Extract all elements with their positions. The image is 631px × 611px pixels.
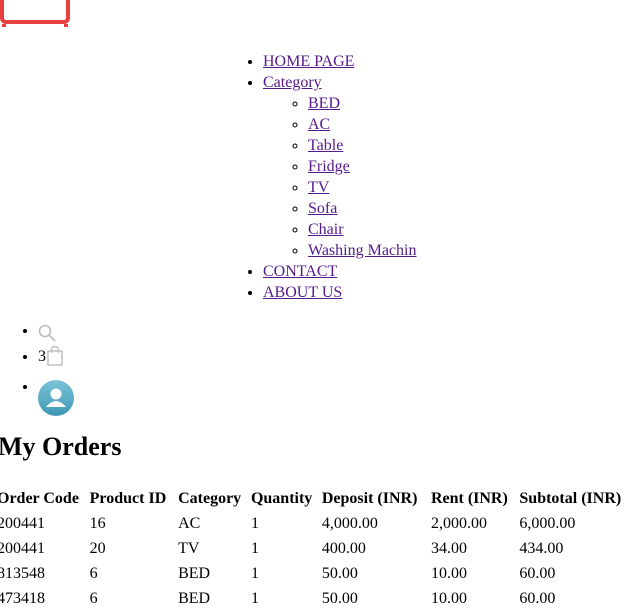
category-link-ac[interactable]: AC: [308, 116, 330, 133]
rent-cell: 10.00: [430, 590, 467, 607]
orders-table: Order Code Product ID Category Quantity …: [0, 486, 628, 611]
category-link-washing-machine[interactable]: Washing Machin: [308, 242, 416, 259]
submenu-item: Sofa: [308, 198, 416, 219]
subtotal-cell: 60.00: [519, 590, 556, 607]
deposit-cell: 4,000.00: [321, 515, 378, 532]
product-id-cell: 6: [89, 590, 98, 607]
nav-link-home[interactable]: HOME PAGE: [263, 53, 354, 70]
search-icon[interactable]: [38, 324, 56, 347]
column-header-order-code: Order Code: [0, 490, 79, 507]
account-item: [38, 378, 74, 420]
submenu-item: Washing Machin: [308, 240, 416, 261]
quantity-cell: 1: [250, 515, 259, 532]
order-code-cell: 473418: [0, 590, 45, 607]
column-header-product-id: Product ID: [89, 490, 167, 507]
quantity-cell: 1: [250, 540, 259, 557]
subtotal-cell: 434.00: [519, 540, 564, 557]
quantity-cell: 1: [250, 565, 259, 582]
user-avatar-icon[interactable]: [38, 380, 74, 421]
submenu-item: Chair: [308, 219, 416, 240]
nav-item-category: Category BED AC Table Fridge TV Sofa Cha…: [263, 72, 416, 261]
submenu-item: BED: [308, 93, 416, 114]
order-code-cell: 813548: [0, 565, 45, 582]
category-link-fridge[interactable]: Fridge: [308, 158, 350, 175]
logo-graphic: RENT: [0, 0, 181, 27]
rent-cell: 10.00: [430, 565, 467, 582]
category-link-bed[interactable]: BED: [308, 95, 340, 112]
subtotal-cell: 60.00: [519, 565, 556, 582]
search-item: [38, 322, 56, 348]
deposit-cell: 50.00: [321, 590, 358, 607]
nav-link-contact[interactable]: CONTACT: [263, 263, 337, 280]
category-cell: TV: [178, 540, 200, 557]
logo-text: RENT: [88, 0, 181, 6]
rent-cell: 34.00: [430, 540, 467, 557]
submenu-item: AC: [308, 114, 416, 135]
submenu-item: TV: [308, 177, 416, 198]
category-cell: AC: [178, 515, 201, 532]
order-code-cell: 200441: [0, 540, 45, 557]
category-cell: BED: [178, 565, 211, 582]
deposit-cell: 50.00: [321, 565, 358, 582]
nav-link-about[interactable]: ABOUT US: [263, 284, 342, 301]
cart-count-badge: 3: [38, 348, 46, 365]
column-header-deposit: Deposit (INR): [321, 490, 418, 507]
nav-item-about: ABOUT US: [263, 282, 416, 303]
shopping-bag-icon[interactable]: [47, 345, 63, 371]
deposit-cell: 400.00: [321, 540, 366, 557]
nav-item-contact: CONTACT: [263, 261, 416, 282]
table-row: 813548 6 BED 1 50.00 10.00 60.00: [0, 561, 628, 586]
quantity-cell: 1: [250, 590, 259, 607]
page-title: My Orders: [0, 432, 122, 461]
column-header-rent: Rent (INR): [430, 490, 508, 507]
subtotal-cell: 6,000.00: [519, 515, 576, 532]
product-id-cell: 16: [89, 515, 106, 532]
cart-item[interactable]: 3: [38, 345, 63, 378]
order-code-cell: 200441: [0, 515, 45, 532]
nav-link-category[interactable]: Category: [263, 74, 322, 91]
column-header-subtotal: Subtotal (INR): [519, 490, 622, 507]
product-id-cell: 20: [89, 540, 106, 557]
column-header-quantity: Quantity: [250, 490, 313, 507]
category-link-chair[interactable]: Chair: [308, 221, 344, 238]
table-row: 200441 20 TV 1 400.00 34.00 434.00: [0, 536, 628, 561]
category-submenu: BED AC Table Fridge TV Sofa Chair Washin…: [263, 93, 416, 261]
product-id-cell: 6: [89, 565, 98, 582]
submenu-item: Fridge: [308, 156, 416, 177]
nav-item-home: HOME PAGE: [263, 51, 416, 72]
category-link-tv[interactable]: TV: [308, 179, 329, 196]
main-nav: HOME PAGE Category BED AC Table Fridge T…: [223, 51, 416, 303]
category-link-table[interactable]: Table: [308, 137, 343, 154]
category-link-sofa[interactable]: Sofa: [308, 200, 337, 217]
table-row: 200441 16 AC 1 4,000.00 2,000.00 6,000.0…: [0, 511, 628, 536]
header-icons: 3: [0, 322, 74, 420]
rent-cell: 2,000.00: [430, 515, 487, 532]
category-cell: BED: [178, 590, 211, 607]
table-row: 473418 6 BED 1 50.00 10.00 60.00: [0, 586, 628, 611]
table-header-row: Order Code Product ID Category Quantity …: [0, 486, 628, 511]
column-header-category: Category: [178, 490, 242, 507]
submenu-item: Table: [308, 135, 416, 156]
site-logo[interactable]: RENT: [0, 0, 278, 28]
